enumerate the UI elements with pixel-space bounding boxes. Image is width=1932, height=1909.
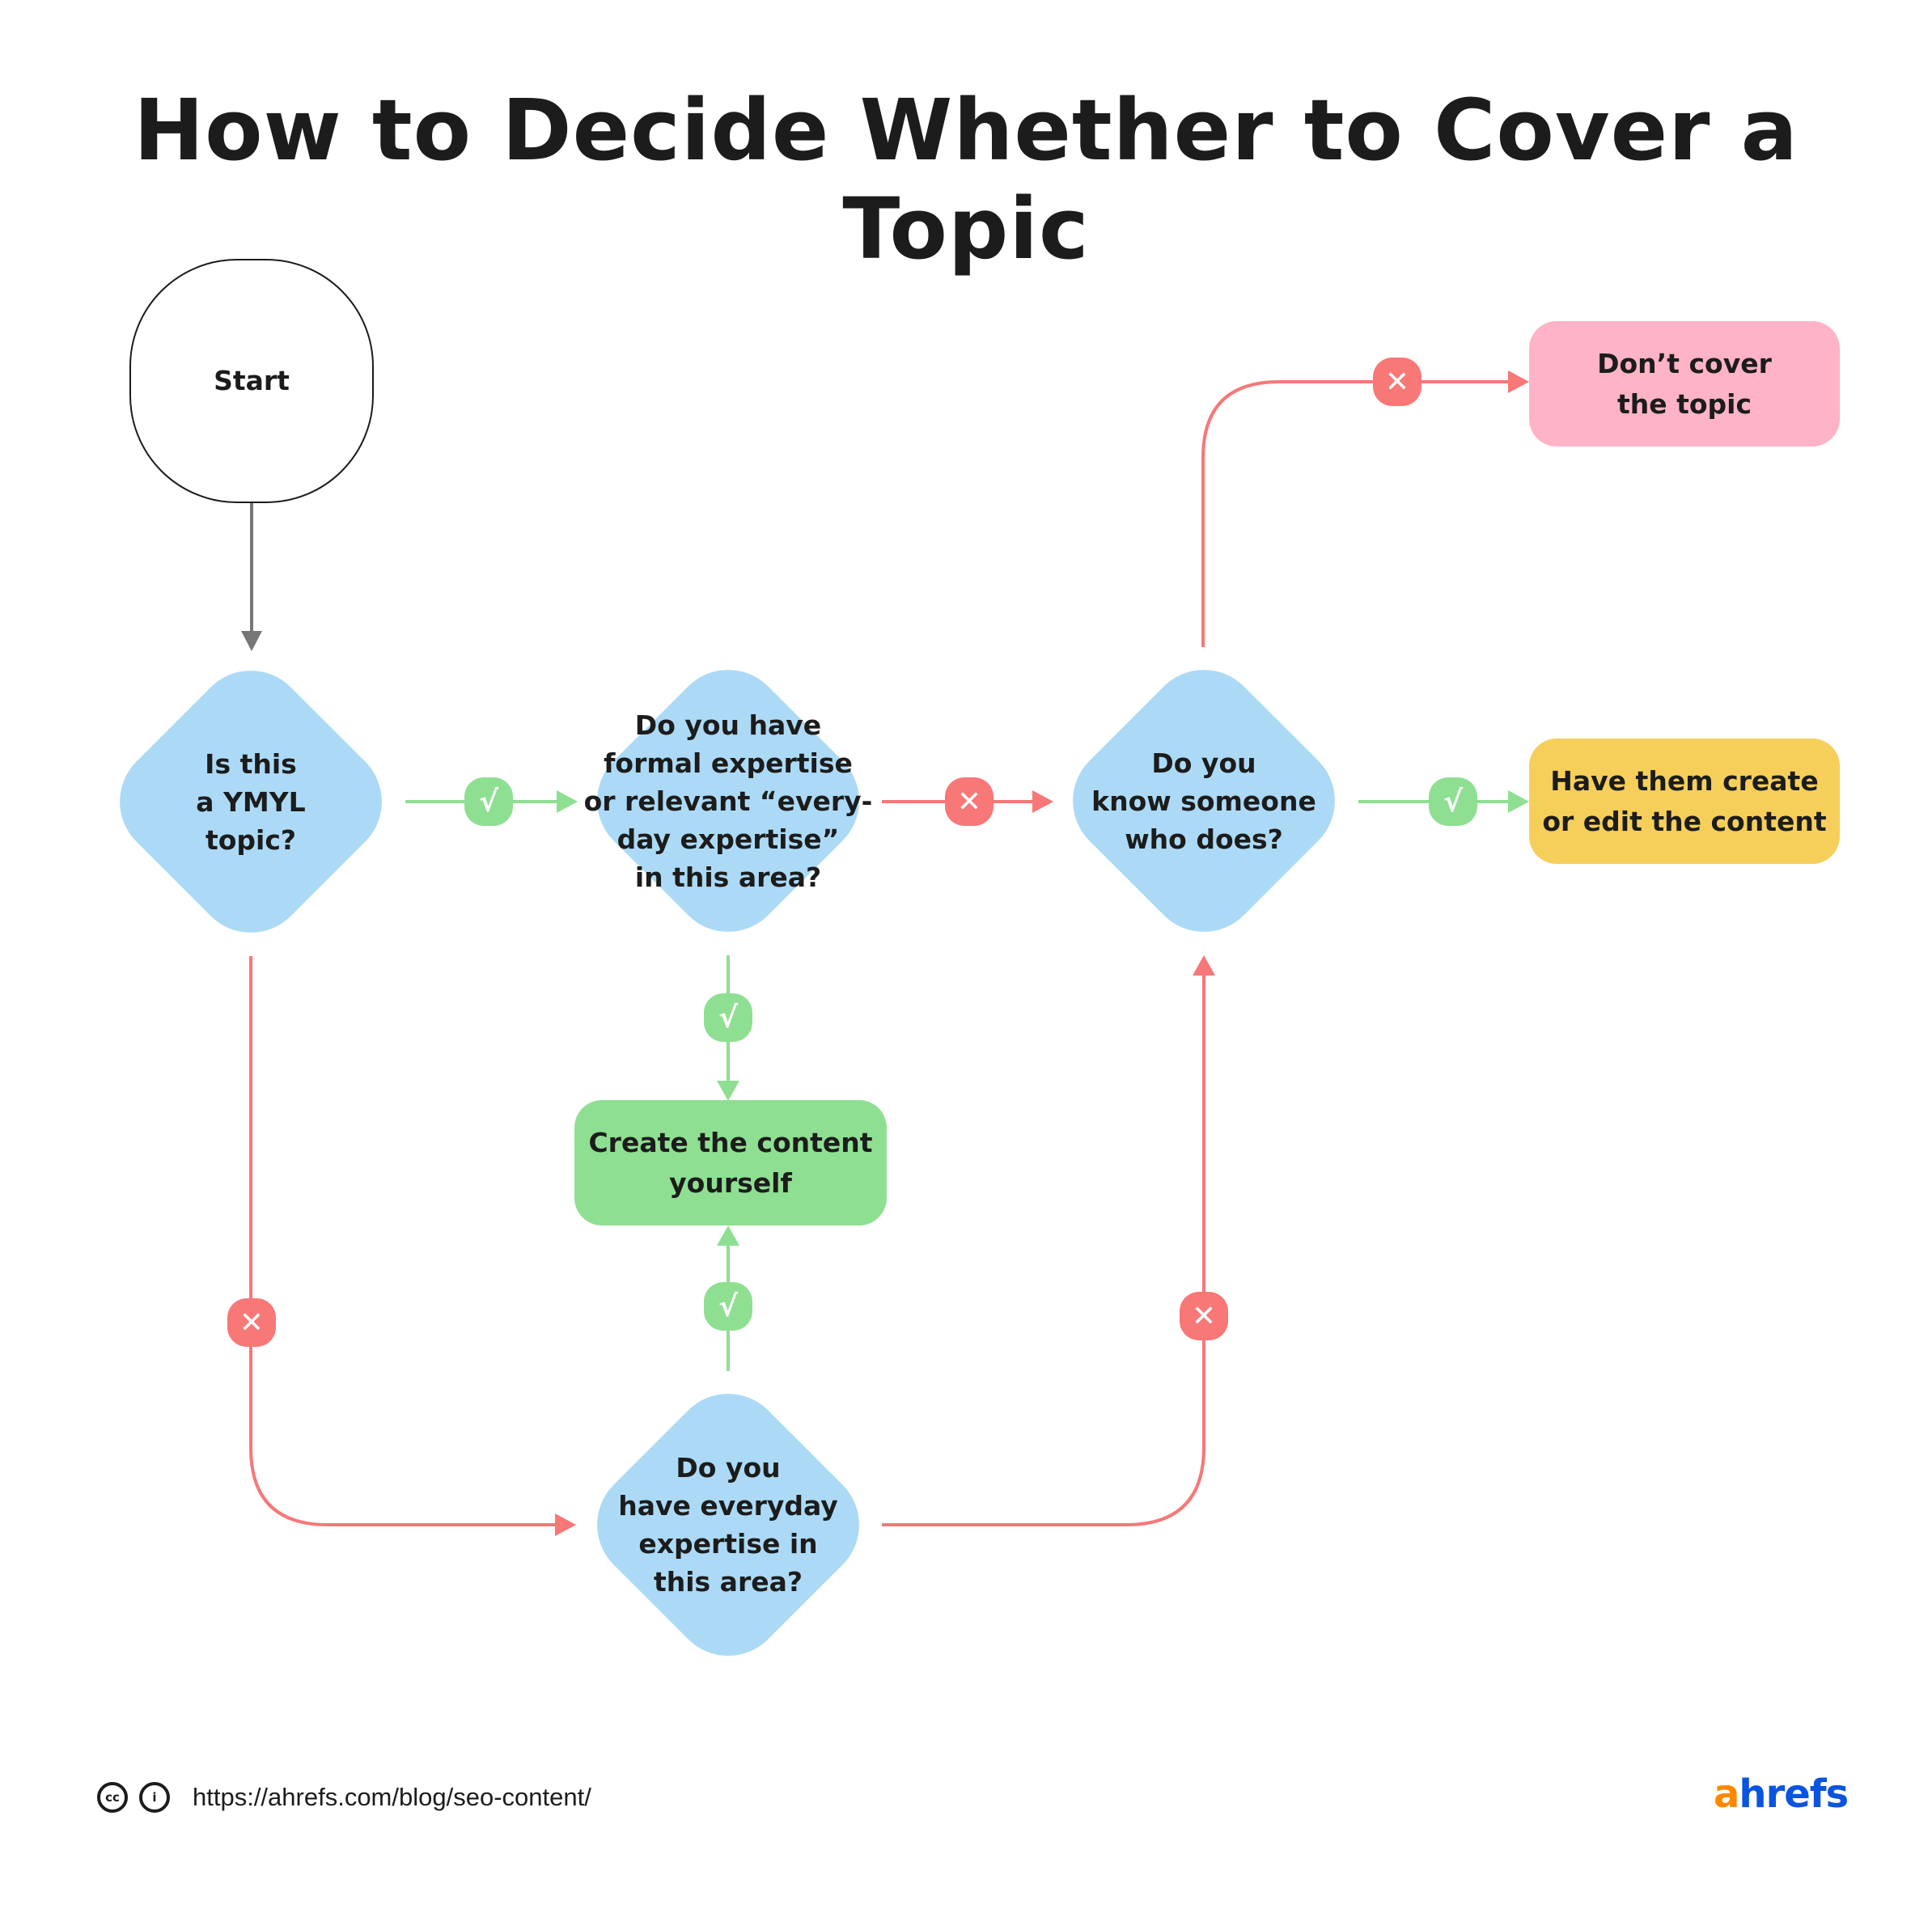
x-icon: ✕ [239, 1306, 265, 1340]
connector-everyday-know [882, 971, 1205, 1526]
decision-formal-expertise-label: Do you have formal expertise or relevant… [583, 709, 873, 893]
arrowhead-everyday-create [717, 1225, 739, 1246]
arrowhead-formal-create [717, 1081, 739, 1101]
source-url[interactable]: https://ahrefs.com/blog/seo-content/ [193, 1783, 591, 1812]
arrowhead-know-havethem [1508, 790, 1529, 813]
footer: cc i https://ahrefs.com/blog/seo-content… [97, 1780, 591, 1815]
start-label: Start [214, 365, 290, 396]
decision-know-someone: Do you know someone who does? [1049, 646, 1358, 955]
decision-formal-expertise: Do you have formal expertise or relevant… [574, 646, 883, 955]
outcome-create-yourself: Create the content yourself [574, 1100, 887, 1225]
yes-badge: √ [464, 777, 513, 826]
decision-everyday-expertise: Do you have everyday expertise in this a… [574, 1370, 883, 1679]
check-icon: √ [718, 1289, 738, 1323]
arrowhead-know-dontcover [1508, 370, 1529, 393]
decision-ymyl-label: Is this a YMYL topic? [196, 747, 306, 856]
no-badge: ✕ [945, 777, 994, 826]
logo-letters-rest: hrefs [1739, 1771, 1849, 1817]
outcome-dont-cover: Don’t cover the topic [1529, 321, 1840, 447]
logo-letter-a: a [1714, 1771, 1739, 1817]
yes-badge: √ [704, 993, 752, 1042]
connector-ymyl-everyday [249, 956, 558, 1526]
outcome-dont-cover-label: Don’t cover the topic [1597, 347, 1772, 420]
arrowhead-everyday-know [1193, 955, 1215, 976]
decision-ymyl: Is this a YMYL topic? [96, 647, 405, 956]
creative-commons-icon: cc [97, 1782, 128, 1813]
outcome-create-yourself-label: Create the content yourself [588, 1126, 873, 1199]
no-badge: ✕ [1180, 1292, 1228, 1340]
start-node: Start [129, 259, 374, 503]
x-icon: ✕ [1384, 365, 1410, 399]
no-badge: ✕ [227, 1298, 276, 1347]
x-icon: ✕ [1191, 1299, 1217, 1333]
check-icon: √ [478, 785, 498, 819]
attribution-icon: i [139, 1782, 170, 1813]
no-badge: ✕ [1373, 358, 1421, 406]
x-icon: ✕ [956, 785, 982, 819]
check-icon: √ [1443, 785, 1463, 819]
outcome-have-them-label: Have them create or edit the content [1542, 764, 1827, 837]
decision-know-someone-label: Do you know someone who does? [1091, 747, 1316, 855]
yes-badge: √ [1429, 777, 1477, 826]
yes-badge: √ [704, 1282, 752, 1331]
check-icon: √ [718, 1001, 738, 1035]
arrowhead-ymyl-everyday [555, 1513, 576, 1536]
outcome-have-them: Have them create or edit the content [1529, 739, 1840, 864]
decision-everyday-expertise-label: Do you have everyday expertise in this a… [618, 1452, 838, 1598]
connector-know-dontcover [1201, 380, 1513, 647]
ahrefs-logo: ahrefs [1714, 1771, 1849, 1817]
